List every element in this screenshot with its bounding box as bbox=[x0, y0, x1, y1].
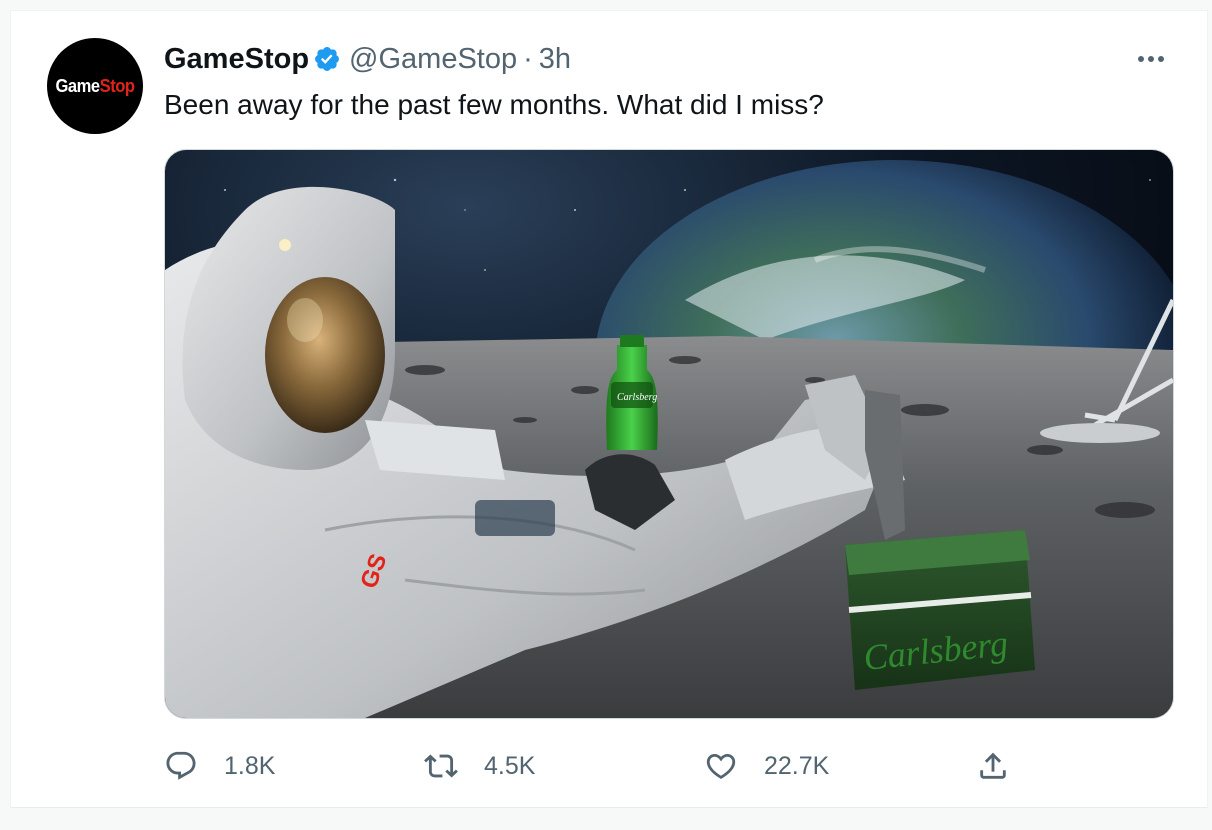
verified-badge-icon bbox=[315, 47, 339, 71]
tweet-actions: 1.8K 4.5K 22.7K bbox=[164, 746, 1044, 786]
retweet-icon bbox=[424, 754, 458, 778]
bottle-label: Carlsberg bbox=[617, 392, 657, 403]
display-name[interactable]: GameStop bbox=[164, 43, 309, 76]
astronaut-on-moon-image: Carlsberg GS Carlsberg bbox=[165, 150, 1173, 718]
tweet-timestamp[interactable]: 3h bbox=[539, 43, 571, 76]
share-icon bbox=[980, 752, 1006, 779]
like-count: 22.7K bbox=[764, 751, 830, 780]
gamestop-logo: GameStop bbox=[55, 75, 135, 96]
tweet-card[interactable]: GameStop GameStop @GameStop · 3h Been aw… bbox=[10, 10, 1208, 808]
separator-dot: · bbox=[523, 42, 533, 75]
more-dot bbox=[1138, 56, 1144, 62]
tweet-header: GameStop @GameStop · 3h bbox=[164, 41, 571, 77]
user-handle[interactable]: @GameStop bbox=[349, 43, 517, 76]
share-button[interactable] bbox=[976, 746, 1010, 786]
retweet-button[interactable]: 4.5K bbox=[424, 746, 535, 786]
reply-count: 1.8K bbox=[224, 751, 276, 780]
more-dot bbox=[1158, 56, 1164, 62]
like-button[interactable]: 22.7K bbox=[704, 746, 829, 786]
tweet-text: Been away for the past few months. What … bbox=[164, 89, 824, 120]
gamestop-avatar[interactable]: GameStop bbox=[47, 38, 143, 134]
retweet-count: 4.5K bbox=[484, 751, 536, 780]
reply-icon bbox=[166, 751, 196, 780]
more-dot bbox=[1148, 56, 1154, 62]
reply-button[interactable]: 1.8K bbox=[164, 746, 275, 786]
tweet-image[interactable]: Carlsberg GS Carlsberg bbox=[164, 149, 1174, 719]
more-options-button[interactable] bbox=[1133, 47, 1169, 71]
heart-icon bbox=[706, 753, 736, 779]
